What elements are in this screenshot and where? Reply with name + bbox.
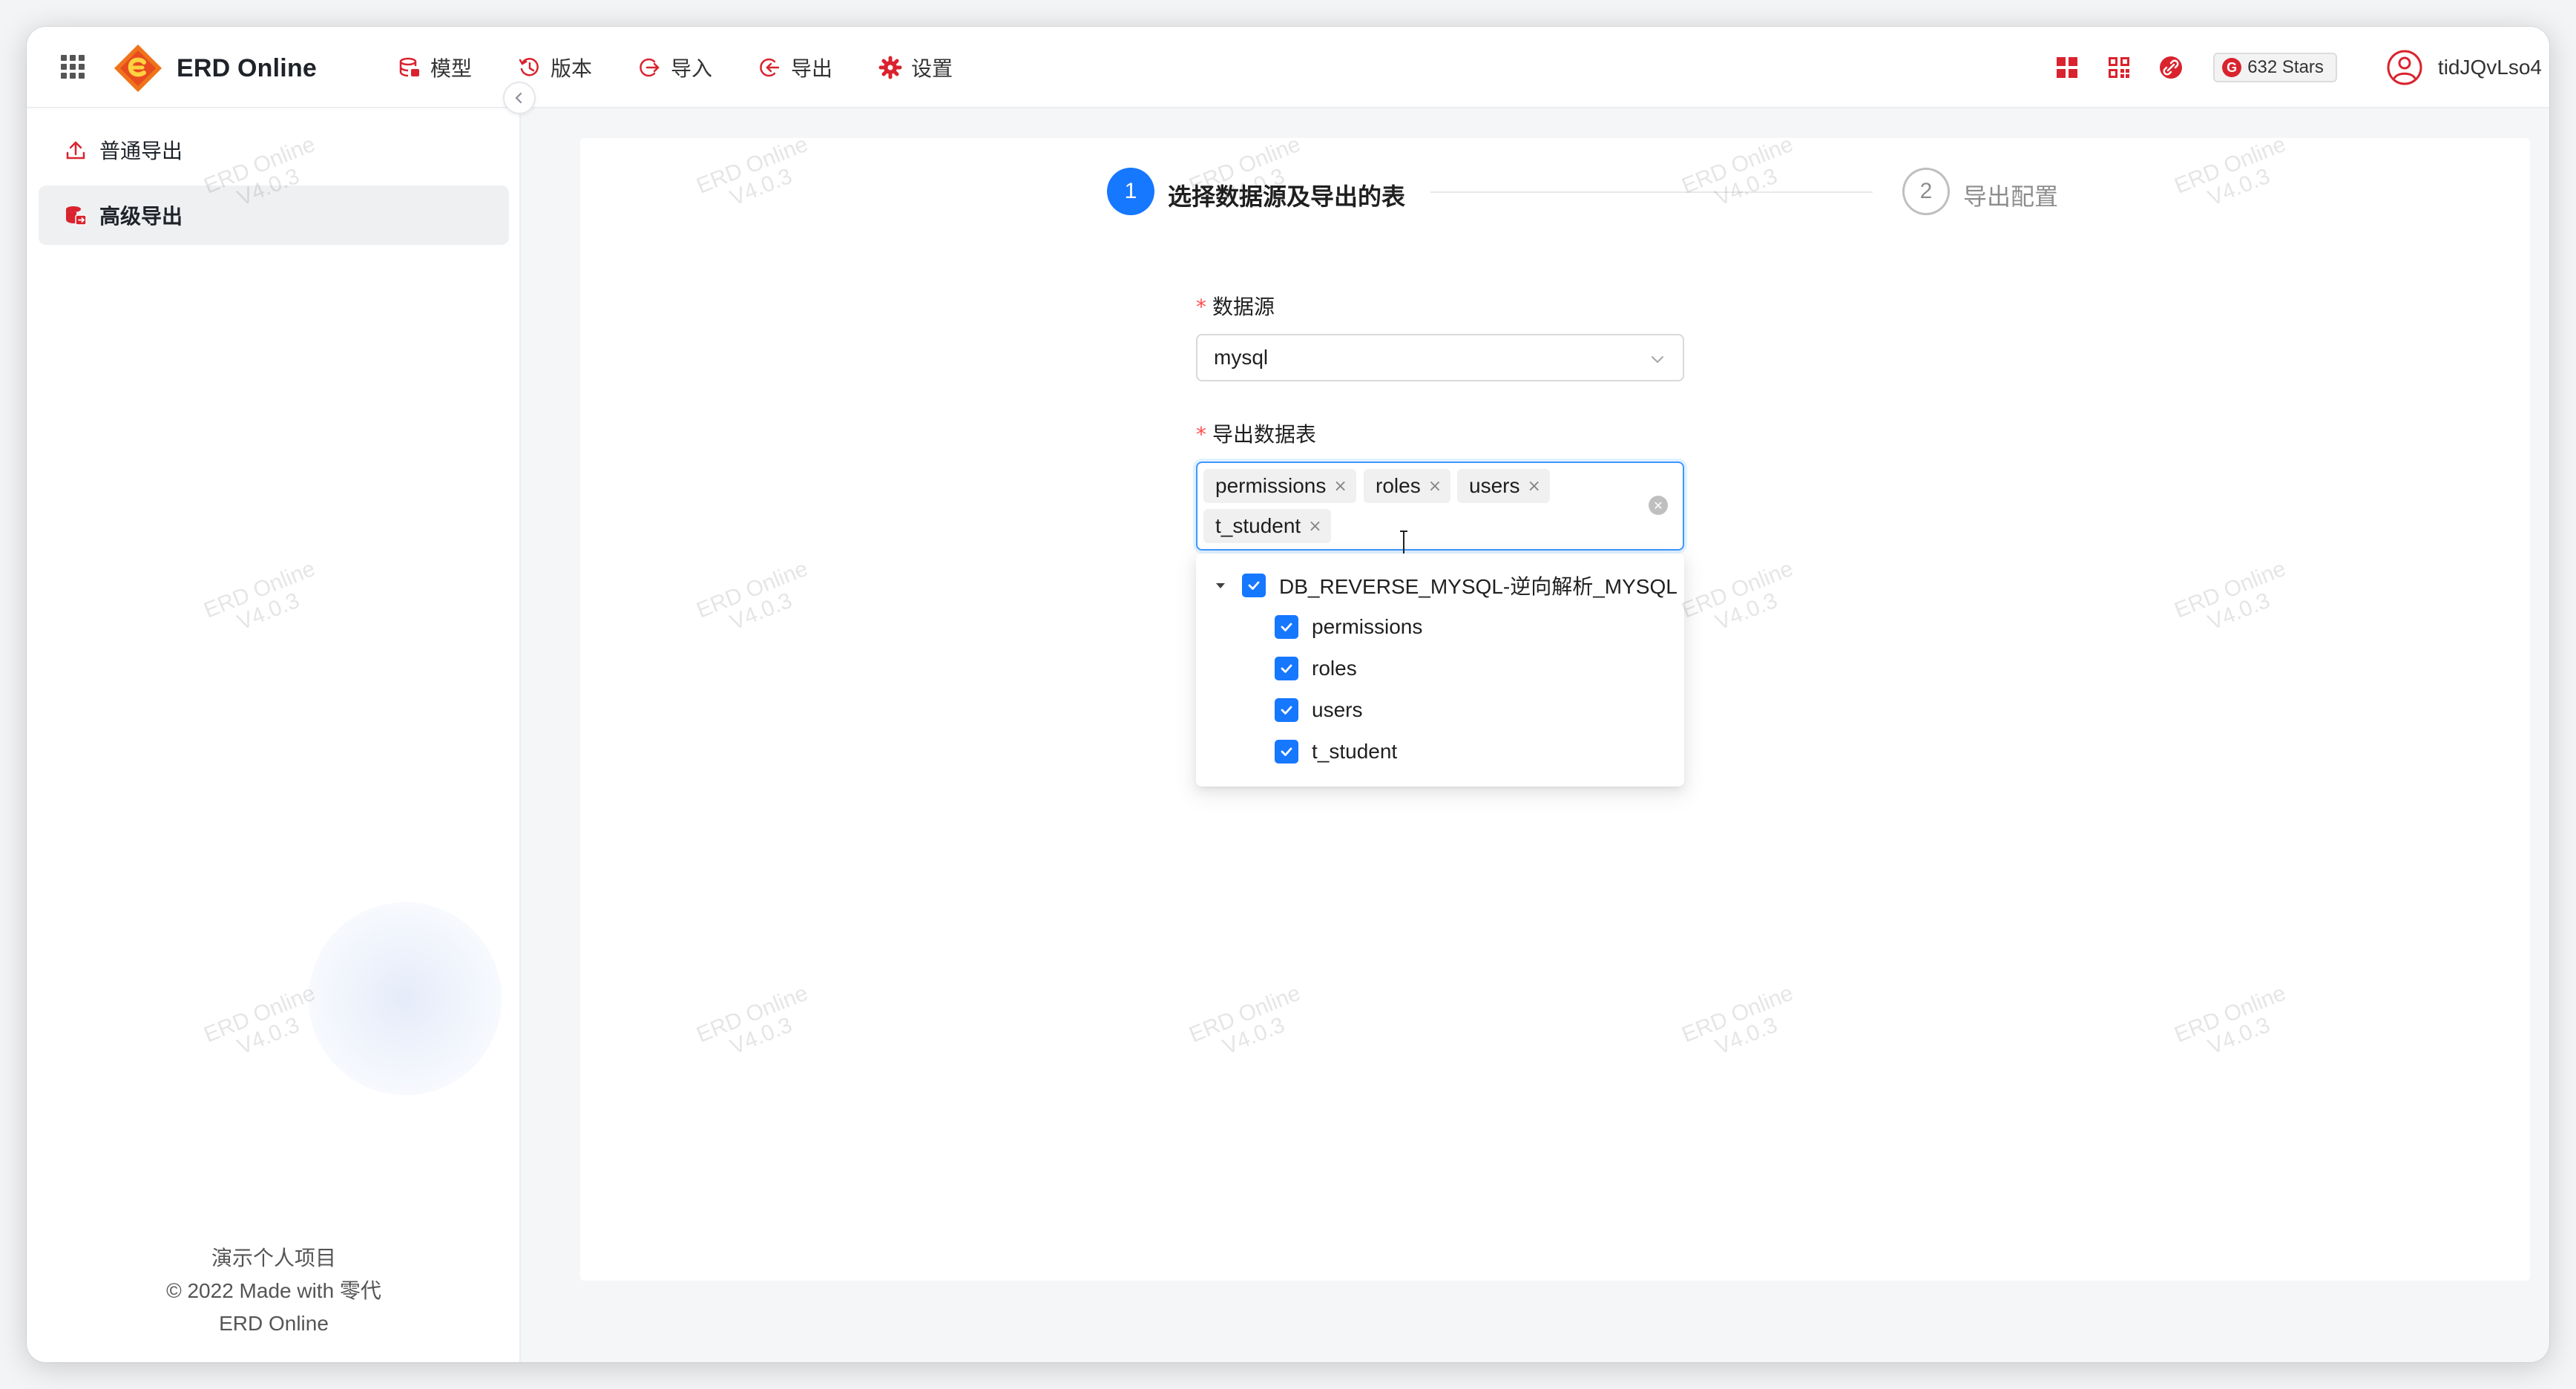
- database-export-icon: [66, 206, 87, 226]
- sidebar-item-label: 普通导出: [99, 139, 183, 162]
- qrcode-icon[interactable]: [2106, 55, 2132, 80]
- gitee-icon: G: [2222, 58, 2242, 77]
- check-icon: [1281, 706, 1292, 715]
- nav-export[interactable]: 导出: [758, 53, 832, 82]
- check-icon: [1281, 623, 1292, 631]
- step-2-title[interactable]: 导出配置: [1963, 178, 2058, 212]
- datasource-label: * 数据源: [1196, 295, 1275, 319]
- grid-apps-icon[interactable]: [2054, 55, 2080, 80]
- check-icon: [1281, 664, 1292, 673]
- header-right: G 632 Stars tidJQvLso4: [2054, 27, 2549, 108]
- tree-node-child[interactable]: permissions: [1275, 608, 1422, 646]
- tree-checkbox[interactable]: [1275, 657, 1298, 680]
- import-icon: [640, 58, 660, 77]
- stars-count: 632 Stars: [2247, 57, 2324, 77]
- tag-label: users: [1469, 474, 1520, 497]
- app-window: ERD Online 模型 版本 导入 导出 设置 G 632 Stars ti…: [27, 27, 2549, 1362]
- sidebar-item-normal-export[interactable]: 普通导出: [39, 120, 509, 180]
- datasource-value: mysql: [1214, 346, 1269, 369]
- top-header: ERD Online 模型 版本 导入 导出 设置 G 632 Stars ti…: [27, 27, 2549, 108]
- step-2-indicator[interactable]: 2: [1902, 168, 1950, 215]
- sidebar-decoration: [309, 902, 502, 1095]
- selected-tag: t_student ×: [1203, 509, 1331, 543]
- apps-grid-icon[interactable]: [61, 55, 85, 79]
- tree-checkbox[interactable]: [1275, 740, 1298, 764]
- main-content: 1 选择数据源及导出的表 2 导出配置 * 数据源 mysql * 导出数据表 pe…: [580, 138, 2530, 1281]
- footer-copyright: © 2022 Made with 零代: [166, 1279, 381, 1302]
- nav-model[interactable]: 模型: [398, 53, 472, 82]
- sidebar-item-label: 高级导出: [99, 205, 183, 228]
- footer-app-name: ERD Online: [219, 1312, 329, 1335]
- user-menu[interactable]: tidJQvLso4: [2386, 49, 2542, 86]
- github-stars-badge[interactable]: G 632 Stars: [2213, 53, 2337, 82]
- nav-import-label: 导入: [671, 57, 713, 80]
- tag-remove-icon[interactable]: ×: [1527, 477, 1540, 496]
- sidebar-footer: 演示个人项目 © 2022 Made with 零代 ERD Online: [27, 1242, 521, 1340]
- nav-settings[interactable]: 设置: [878, 53, 953, 82]
- tag-label: t_student: [1215, 514, 1301, 537]
- upload-icon: [66, 141, 85, 160]
- nav-export-label: 导出: [791, 57, 833, 80]
- main-nav: 模型 版本 导入 导出 设置: [398, 27, 999, 108]
- check-icon: [1281, 747, 1292, 756]
- user-avatar-icon: [2387, 50, 2422, 85]
- check-icon: [1248, 581, 1260, 590]
- tables-multi-select[interactable]: permissions × roles × users × t_student …: [1196, 462, 1684, 551]
- tree-node-child[interactable]: t_student: [1275, 733, 1397, 770]
- tree-node-child[interactable]: users: [1275, 692, 1362, 729]
- tree-node-label[interactable]: roles: [1312, 657, 1357, 680]
- footer-project-name: 演示个人项目: [211, 1247, 336, 1270]
- selected-tag: users ×: [1457, 469, 1550, 503]
- history-icon: [519, 58, 539, 76]
- app-name: ERD Online: [177, 53, 318, 82]
- export-icon: [760, 58, 780, 77]
- tag-remove-icon[interactable]: ×: [1428, 477, 1442, 496]
- tree-node-child[interactable]: roles: [1275, 650, 1357, 687]
- required-mark: *: [1196, 295, 1206, 319]
- selected-tag: permissions ×: [1203, 469, 1356, 503]
- nav-version-label: 版本: [551, 57, 593, 80]
- nav-version[interactable]: 版本: [518, 53, 592, 82]
- tag-label: roles: [1376, 474, 1421, 497]
- gear-icon: [878, 56, 902, 79]
- selected-tag: roles ×: [1364, 469, 1451, 503]
- tag-remove-icon[interactable]: ×: [1308, 517, 1321, 536]
- export-steps: 1 选择数据源及导出的表 2 导出配置: [580, 138, 2530, 227]
- caret-down-icon[interactable]: [1212, 577, 1229, 594]
- sidebar: 普通导出 高级导出 演示个人项目 © 2022 Made with 零代 ERD…: [27, 108, 521, 1362]
- step-1-indicator[interactable]: 1: [1107, 168, 1154, 215]
- tag-label: permissions: [1215, 474, 1327, 497]
- required-mark: *: [1196, 422, 1206, 447]
- tables-label: * 导出数据表: [1196, 422, 1317, 447]
- username: tidJQvLso4: [2437, 56, 2542, 79]
- chevron-left-icon: [515, 92, 522, 104]
- datasource-select[interactable]: mysql: [1196, 334, 1684, 381]
- tree-node-label[interactable]: permissions: [1312, 615, 1422, 639]
- nav-import[interactable]: 导入: [638, 53, 712, 82]
- nav-model-label: 模型: [430, 57, 473, 80]
- tree-checkbox[interactable]: [1275, 698, 1298, 722]
- erd-logo-icon: [114, 45, 162, 92]
- tree-checkbox[interactable]: [1275, 615, 1298, 639]
- database-icon: [399, 57, 419, 77]
- tree-checkbox[interactable]: [1242, 574, 1266, 597]
- text-cursor-icon: [1400, 531, 1407, 556]
- tag-remove-icon[interactable]: ×: [1333, 477, 1347, 496]
- tree-node-label[interactable]: users: [1312, 698, 1362, 722]
- link-icon[interactable]: [2158, 55, 2184, 80]
- sidebar-collapse-button[interactable]: [503, 82, 536, 114]
- tree-node-label[interactable]: t_student: [1312, 740, 1397, 764]
- chevron-down-icon: [1652, 356, 1663, 363]
- step-connector: [1430, 191, 1873, 193]
- app-logo[interactable]: ERD Online: [113, 43, 317, 93]
- step-1-title[interactable]: 选择数据源及导出的表: [1168, 178, 1405, 212]
- tables-tree-dropdown: DB_REVERSE_MYSQL-逆向解析_MYSQL permissions …: [1196, 554, 1684, 787]
- tree-node-label[interactable]: DB_REVERSE_MYSQL-逆向解析_MYSQL: [1279, 571, 1678, 600]
- sidebar-item-advanced-export[interactable]: 高级导出: [39, 185, 509, 245]
- clear-all-icon[interactable]: ✕: [1649, 496, 1668, 515]
- nav-settings-label: 设置: [911, 57, 953, 80]
- tree-node-root[interactable]: DB_REVERSE_MYSQL-逆向解析_MYSQL: [1212, 567, 1678, 604]
